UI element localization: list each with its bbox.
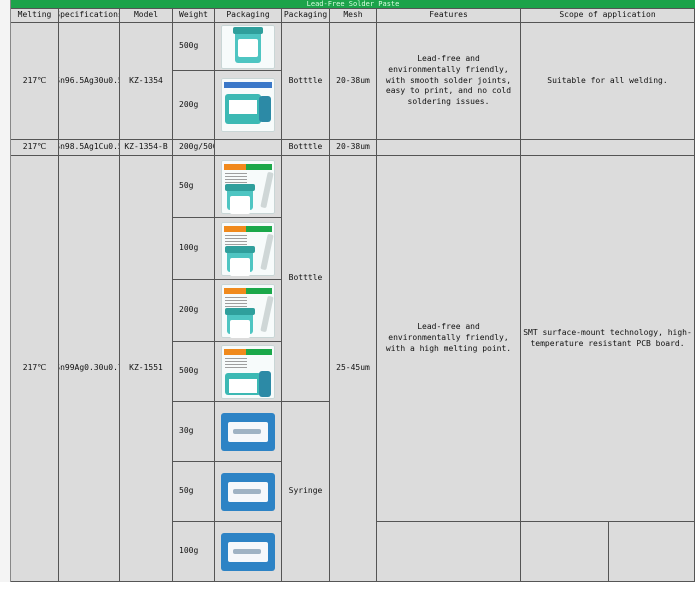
kz1551-weight-100-syringe: 100g — [173, 522, 215, 582]
syringe-pack-icon — [221, 472, 275, 511]
kz1551-weight-30: 30g — [173, 402, 215, 462]
kz1551-spec: Sn99Ag0.30u0.7 — [59, 156, 120, 582]
solder-box-icon — [221, 344, 275, 399]
kz1551-box-100 — [215, 218, 282, 280]
kz1551-weight-100: 100g — [173, 218, 215, 280]
kz1354-scope: Suitable for all welding. — [521, 23, 695, 140]
kz1551-scope: SMT surface-mount technology, high-tempe… — [521, 156, 695, 522]
solder-jar-icon — [221, 283, 275, 338]
kz1354-mesh: 20-38um — [330, 23, 377, 140]
kz1354b-mesh: 20-38um — [330, 140, 377, 156]
empty-cell — [609, 522, 695, 582]
solder-box-icon — [221, 78, 275, 132]
header-mesh: Mesh — [330, 9, 377, 23]
kz1354-model: KZ-1354 — [120, 23, 173, 140]
syringe-pack-icon — [221, 532, 275, 571]
kz1551-box-100-syringe — [215, 522, 282, 582]
kz1354b-scope — [521, 140, 695, 156]
kz1354b-box — [215, 140, 282, 156]
kz1551-weight-50: 50g — [173, 156, 215, 218]
header-packaging-box: Packaging Box — [215, 9, 282, 23]
kz1354-weight-200: 200g — [173, 71, 215, 140]
kz1354b-melting: 217℃ — [11, 140, 59, 156]
syringe-pack-icon — [221, 412, 275, 451]
kz1551-weight-200: 200g — [173, 280, 215, 342]
kz1354b-features — [377, 140, 521, 156]
solder-jar-icon — [221, 159, 275, 214]
header-model: Model — [120, 9, 173, 23]
kz1551-box-500 — [215, 342, 282, 402]
empty-cell — [521, 522, 609, 582]
kz1551-packaging-bottle: Botttle — [282, 156, 330, 402]
row-header-gutter — [0, 0, 11, 582]
kz1354b-packaging: Botttle — [282, 140, 330, 156]
kz1354-weight-500: 500g — [173, 23, 215, 71]
solder-jar-icon — [221, 24, 275, 69]
kz1551-model: KZ-1551 — [120, 156, 173, 582]
header-weight: Weight — [173, 9, 215, 23]
kz1551-features: Lead-free and environmentally friendly, … — [377, 156, 521, 522]
kz1354b-model: KZ-1354-B — [120, 140, 173, 156]
empty-cell — [377, 522, 521, 582]
kz1551-box-30 — [215, 402, 282, 462]
kz1354-packaging: Botttle — [282, 23, 330, 140]
table-title: Lead-Free Solder Paste — [11, 0, 695, 9]
kz1551-mesh: 25-45um — [330, 156, 377, 582]
kz1354b-weight: 200g/500g — [173, 140, 215, 156]
kz1354-box-500 — [215, 23, 282, 71]
header-packaging: Packaging — [282, 9, 330, 23]
kz1551-box-200 — [215, 280, 282, 342]
kz1354-spec: Sn96.5Ag30u0.5 — [59, 23, 120, 140]
spreadsheet: Lead-Free Solder Paste Melting Point Spe… — [11, 0, 695, 582]
kz1551-weight-500: 500g — [173, 342, 215, 402]
kz1551-box-50-syringe — [215, 462, 282, 522]
header-scope: Scope of application — [521, 9, 695, 23]
header-specifications: Specifications — [59, 9, 120, 23]
kz1354-box-200 — [215, 71, 282, 140]
kz1354b-spec: Sn98.5Ag1Cu0.5 — [59, 140, 120, 156]
header-features: Features — [377, 9, 521, 23]
kz1354-melting: 217℃ — [11, 23, 59, 140]
header-melting-point: Melting Point — [11, 9, 59, 23]
kz1551-packaging-syringe: Syringe — [282, 402, 330, 582]
kz1354-features: Lead-free and environmentally friendly, … — [377, 23, 521, 140]
kz1551-weight-50-syringe: 50g — [173, 462, 215, 522]
solder-jar-icon — [221, 221, 275, 276]
kz1551-melting: 217℃ — [11, 156, 59, 582]
kz1551-box-50 — [215, 156, 282, 218]
